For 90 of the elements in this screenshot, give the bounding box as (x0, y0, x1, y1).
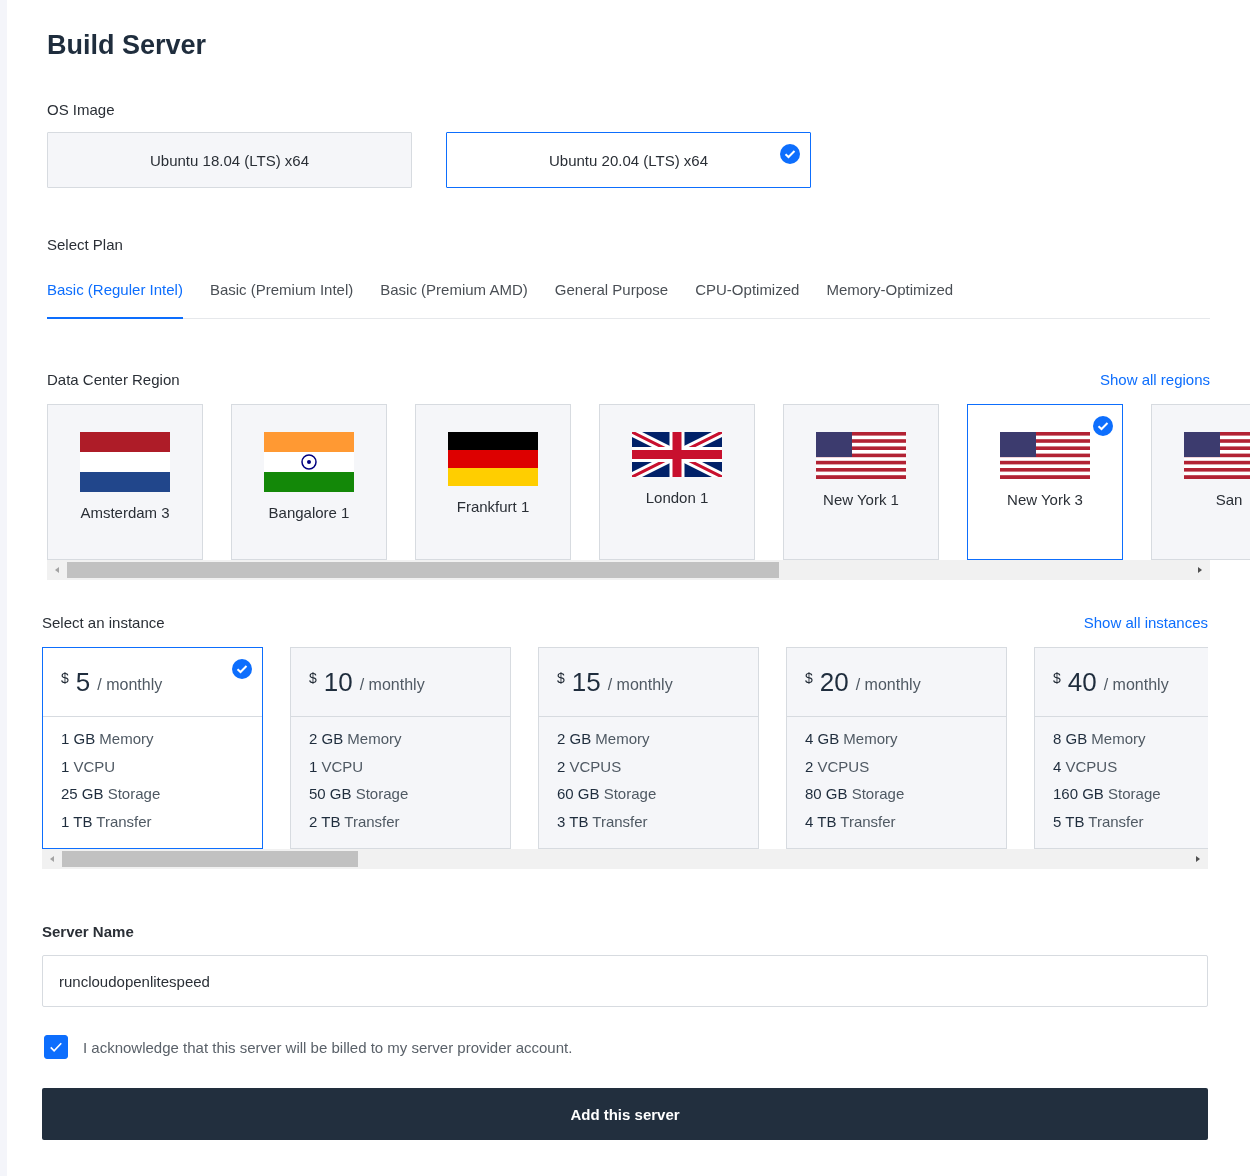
plan-tab[interactable]: Basic (Reguler Intel) (47, 281, 183, 319)
acknowledge-label: I acknowledge that this server will be billed to my server provider account. (83, 1038, 573, 1056)
spec-text: 2 VCPUS (557, 756, 623, 776)
currency-symbol: $ (805, 670, 813, 686)
region-name: Bangalore 1 (268, 504, 350, 521)
flag-icon (80, 432, 170, 492)
region-card[interactable]: Frankfurt 1 (415, 404, 571, 560)
region-name: Frankfurt 1 (456, 498, 530, 515)
os-option[interactable]: Ubuntu 18.04 (LTS) x64 (47, 132, 412, 188)
spec-text: 4 TB Transfer (805, 811, 897, 831)
flag-icon (448, 432, 538, 486)
spec-text: 4 VCPUS (1053, 756, 1119, 776)
region-name: San (1215, 491, 1243, 508)
region-card[interactable]: New York 1 (783, 404, 939, 560)
spec-text: 160 GB Storage (1053, 784, 1162, 804)
section-label: Select an instance (42, 614, 165, 631)
region-name: London 1 (645, 489, 709, 506)
check-icon (1093, 416, 1113, 436)
check-icon (232, 659, 252, 679)
region-card[interactable]: New York 3 (967, 404, 1123, 560)
section-label: OS Image (47, 101, 116, 118)
spec-text: 60 GB Storage (557, 784, 658, 804)
price-amount: 15 (571, 666, 601, 698)
flag-icon (264, 432, 354, 492)
flag-icon (632, 432, 722, 477)
spec-text: 2 GB Memory (309, 729, 403, 749)
spec-text: 1 VCPU (309, 756, 365, 776)
currency-symbol: $ (309, 670, 317, 686)
spec-text: 2 VCPUS (805, 756, 871, 776)
instance-card[interactable]: $ 10 / monthly 2 GB Memory 1 VCPU 50 GB Storage 2 TB Transfer (290, 647, 511, 849)
plan-tab[interactable]: Memory-Optimized (826, 281, 954, 319)
section-label: Select Plan (47, 236, 124, 253)
region-card[interactable]: Bangalore 1 (231, 404, 387, 560)
price-amount: 10 (323, 666, 353, 698)
spec-text: 5 TB Transfer (1053, 811, 1145, 831)
price-period: / monthly (359, 676, 425, 694)
page-title: Build Server (47, 30, 208, 61)
scroll-left-icon[interactable] (53, 566, 61, 574)
price-amount: 5 (75, 666, 91, 698)
instance-card[interactable]: $ 40 / monthly 8 GB Memory 4 VCPUS 160 GB Storage 5 TB Transfer (1034, 647, 1208, 849)
spec-text: 4 GB Memory (805, 729, 899, 749)
price-period: / monthly (1103, 676, 1169, 694)
region-name: Amsterdam 3 (80, 504, 170, 521)
price-period: / monthly (97, 676, 163, 694)
region-name: New York 3 (1007, 491, 1083, 508)
currency-symbol: $ (1053, 670, 1061, 686)
currency-symbol: $ (557, 670, 565, 686)
scroll-right-icon[interactable] (1194, 855, 1202, 863)
flag-icon (1184, 432, 1250, 479)
spec-text: 50 GB Storage (309, 784, 410, 804)
server-name-field[interactable]: runcloudopenlitespeed (42, 955, 1208, 1007)
horizontal-scrollbar[interactable] (42, 849, 1208, 869)
flag-icon (1000, 432, 1090, 479)
horizontal-scrollbar[interactable] (47, 560, 1210, 580)
scroll-left-icon[interactable] (48, 855, 56, 863)
plan-tab[interactable]: CPU-Optimized (695, 281, 800, 319)
field-label: Server Name (42, 923, 135, 940)
instance-card[interactable]: $ 5 / monthly 1 GB Memory 1 VCPU 25 GB Storage 1 TB Transfer (42, 647, 263, 849)
region-card[interactable]: Amsterdam 3 (47, 404, 203, 560)
add-server-button[interactable]: Add this server (42, 1088, 1208, 1140)
spec-text: 1 VCPU (61, 756, 117, 776)
spec-text: 1 TB Transfer (61, 811, 153, 831)
scroll-right-icon[interactable] (1196, 566, 1204, 574)
spec-text: 8 GB Memory (1053, 729, 1147, 749)
region-card[interactable]: San (1151, 404, 1250, 560)
os-option[interactable]: Ubuntu 20.04 (LTS) x64 (446, 132, 811, 188)
flag-icon (816, 432, 906, 479)
spec-text: 1 GB Memory (61, 729, 155, 749)
show-all-link[interactable]: Show all instances (1083, 614, 1208, 631)
instance-card[interactable]: $ 15 / monthly 2 GB Memory 2 VCPUS 60 GB Storage 3 TB Transfer (538, 647, 759, 849)
price-period: / monthly (855, 676, 921, 694)
price-amount: 40 (1067, 666, 1097, 698)
region-name: New York 1 (823, 491, 899, 508)
checkbox[interactable] (44, 1035, 68, 1059)
plan-tab[interactable]: Basic (Premium Intel) (209, 281, 354, 319)
price-period: / monthly (607, 676, 673, 694)
region-card[interactable]: London 1 (599, 404, 755, 560)
spec-text: 80 GB Storage (805, 784, 906, 804)
spec-text: 3 TB Transfer (557, 811, 649, 831)
show-all-link[interactable]: Show all regions (1099, 371, 1210, 388)
section-label: Data Center Region (47, 371, 180, 388)
spec-text: 25 GB Storage (61, 784, 162, 804)
plan-tab[interactable]: Basic (Premium AMD) (380, 281, 528, 319)
price-amount: 20 (819, 666, 849, 698)
currency-symbol: $ (61, 670, 69, 686)
check-icon (780, 144, 800, 164)
spec-text: 2 GB Memory (557, 729, 651, 749)
spec-text: 2 TB Transfer (309, 811, 401, 831)
plan-tab[interactable]: General Purpose (554, 281, 669, 319)
instance-card[interactable]: $ 20 / monthly 4 GB Memory 2 VCPUS 80 GB Storage 4 TB Transfer (786, 647, 1007, 849)
